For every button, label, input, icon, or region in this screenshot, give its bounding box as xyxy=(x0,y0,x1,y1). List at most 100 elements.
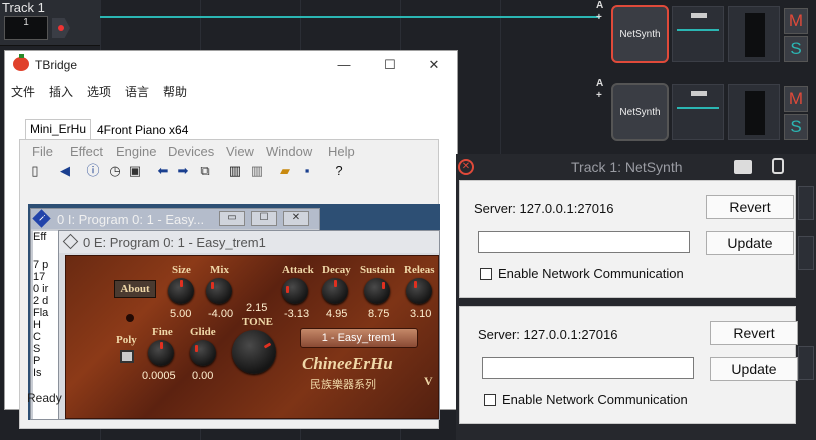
save-icon[interactable]: ▪ xyxy=(298,162,316,180)
server-input[interactable] xyxy=(482,357,694,379)
add-marker[interactable]: + xyxy=(596,90,602,101)
release-knob[interactable] xyxy=(406,278,432,304)
plugin-child-titlebar[interactable]: 0 E: Program 0: 1 - Easy_trem1 xyxy=(59,231,439,253)
list-item[interactable]: 0 ir xyxy=(33,283,59,295)
instrument-meter xyxy=(672,84,724,140)
knob-value-size: 5.00 xyxy=(170,308,192,320)
open-folder-icon[interactable]: ▰ xyxy=(276,162,294,180)
revert-button[interactable]: Revert xyxy=(706,195,794,219)
arrow-right-icon[interactable]: ➡ xyxy=(174,162,192,180)
host-menu-help[interactable]: Help xyxy=(328,144,355,159)
tab-mini-erhu[interactable]: Mini_ErHu xyxy=(25,119,92,139)
close-button[interactable]: ✕ xyxy=(411,55,457,75)
close-circle-icon[interactable]: ✕ xyxy=(458,159,474,175)
list-item[interactable]: Fla xyxy=(33,307,59,319)
minimize-button[interactable]: — xyxy=(321,55,367,75)
program-display[interactable]: 1 - Easy_trem1 xyxy=(300,328,418,348)
instrument-meter xyxy=(672,6,724,62)
side-panel-button[interactable] xyxy=(798,186,814,220)
edit-icon[interactable]: ▣ xyxy=(126,162,144,180)
solo-button[interactable]: S xyxy=(784,114,808,140)
mute-button[interactable]: M xyxy=(784,8,808,34)
poly-toggle[interactable] xyxy=(120,350,134,363)
list-item[interactable]: 17 xyxy=(33,271,59,283)
child-maximize-button[interactable]: ☐ xyxy=(251,211,277,226)
solo-button[interactable]: S xyxy=(784,36,808,62)
list-item[interactable]: Eff xyxy=(33,231,59,245)
tone-knob[interactable] xyxy=(232,330,276,374)
server-address: Server: 127.0.0.1:27016 xyxy=(474,201,614,216)
help-icon[interactable]: ? xyxy=(330,162,348,180)
record-arm-button[interactable] xyxy=(52,18,70,38)
decay-knob[interactable] xyxy=(322,278,348,304)
host-menu-devices[interactable]: Devices xyxy=(168,144,214,159)
knob-value-fine: 0.0005 xyxy=(142,370,176,382)
clock-icon[interactable]: ◷ xyxy=(106,162,124,180)
side-panel-button[interactable] xyxy=(798,346,814,380)
host-menu-engine[interactable]: Engine xyxy=(116,144,156,159)
update-button[interactable]: Update xyxy=(710,357,798,381)
host-menu-effect[interactable]: Effect xyxy=(70,144,103,159)
list-item[interactable]: 7 p xyxy=(33,259,59,271)
netsynth-slot[interactable]: NetSynth xyxy=(611,83,669,141)
menu-help[interactable]: 帮助 xyxy=(163,83,187,100)
automation-marker[interactable]: A xyxy=(596,0,603,11)
track-number-display[interactable]: 1 xyxy=(4,16,48,40)
knob-value-attack: -3.13 xyxy=(284,308,310,320)
list-item[interactable]: S xyxy=(33,343,59,355)
keyboard-icon[interactable]: ▥ xyxy=(226,162,244,180)
menu-file[interactable]: 文件 xyxy=(11,83,35,100)
knob-value-sustain: 8.75 xyxy=(368,308,390,320)
size-knob[interactable] xyxy=(168,278,194,304)
list-item[interactable]: C xyxy=(33,331,59,343)
lock-icon[interactable] xyxy=(772,158,784,174)
menu-language[interactable]: 语言 xyxy=(125,83,149,100)
meter-tick xyxy=(691,13,707,18)
sustain-knob[interactable] xyxy=(364,278,390,304)
info-diamond-icon: i xyxy=(32,209,51,228)
menu-options[interactable]: 选项 xyxy=(87,83,111,100)
server-input[interactable] xyxy=(478,231,690,253)
list-item[interactable]: H xyxy=(33,319,59,331)
effect-child-titlebar[interactable]: i 0 I: Program 0: 1 - Easy... ▭ ☐ ✕ xyxy=(31,209,319,229)
plugin-diamond-icon xyxy=(62,233,79,250)
knob-label-fine: Fine xyxy=(152,326,173,338)
tab-4front-piano[interactable]: 4Front Piano x64 xyxy=(93,121,192,141)
netsynth-header[interactable]: ✕ Track 1: NetSynth xyxy=(456,154,816,180)
revert-button[interactable]: Revert xyxy=(710,321,798,345)
camera-icon[interactable] xyxy=(734,160,752,174)
network-card: Server: 127.0.0.1:27016 Revert Update En… xyxy=(459,306,798,424)
side-panel-button[interactable] xyxy=(798,236,814,270)
tbridge-titlebar[interactable]: TBridge — ☐ ✕ xyxy=(5,51,457,79)
automation-marker[interactable]: A xyxy=(596,78,603,89)
info-icon[interactable]: ⓘ xyxy=(84,162,102,180)
mix-knob[interactable] xyxy=(206,278,232,304)
enable-network-checkbox[interactable] xyxy=(480,268,492,280)
add-marker[interactable]: + xyxy=(596,12,602,23)
host-menu-window[interactable]: Window xyxy=(266,144,312,159)
child-close-button[interactable]: ✕ xyxy=(283,211,309,226)
list-item[interactable]: 2 d xyxy=(33,295,59,307)
list-item[interactable] xyxy=(33,245,59,259)
track-header[interactable]: Track 1 1 xyxy=(0,0,100,46)
list-item[interactable]: P xyxy=(33,355,59,367)
list-item[interactable]: Is xyxy=(33,367,59,379)
attack-knob[interactable] xyxy=(282,278,308,304)
new-file-icon[interactable]: ▯ xyxy=(26,162,44,180)
netsynth-slot-selected[interactable]: NetSynth xyxy=(611,5,669,63)
enable-network-checkbox[interactable] xyxy=(484,394,496,406)
menu-insert[interactable]: 插入 xyxy=(49,83,73,100)
host-menu-file[interactable]: File xyxy=(32,144,53,159)
about-button[interactable]: About xyxy=(114,280,156,298)
speaker-icon[interactable]: ◀ xyxy=(56,162,74,180)
fine-knob[interactable] xyxy=(148,340,174,366)
arrow-left-icon[interactable]: ⬅ xyxy=(154,162,172,180)
host-menu-view[interactable]: View xyxy=(226,144,254,159)
glide-knob[interactable] xyxy=(190,340,216,366)
child-minimize-button[interactable]: ▭ xyxy=(219,211,245,226)
window-icon[interactable]: ⧉ xyxy=(196,162,214,180)
update-button[interactable]: Update xyxy=(706,231,794,255)
maximize-button[interactable]: ☐ xyxy=(367,55,413,75)
keyboard-disabled-icon[interactable]: ▥ xyxy=(248,162,266,180)
mute-button[interactable]: M xyxy=(784,86,808,112)
